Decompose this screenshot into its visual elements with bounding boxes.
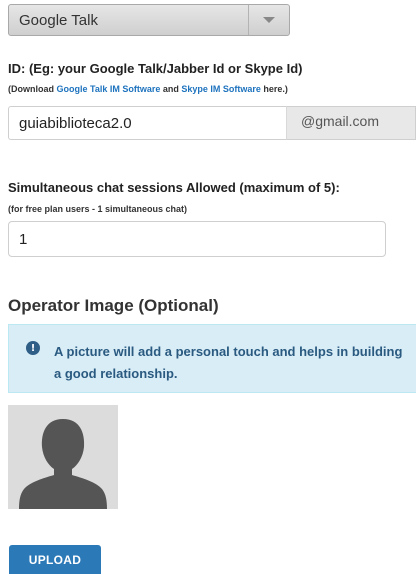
id-input-group: @gmail.com bbox=[8, 106, 416, 140]
id-domain-suffix: @gmail.com bbox=[286, 106, 416, 140]
id-label: ID: (Eg: your Google Talk/Jabber Id or S… bbox=[8, 61, 303, 76]
dropdown-toggle[interactable] bbox=[248, 5, 289, 35]
operator-image-heading: Operator Image (Optional) bbox=[8, 296, 219, 315]
info-icon: ! bbox=[26, 341, 40, 355]
note-text: and bbox=[160, 84, 182, 94]
chevron-down-icon bbox=[263, 17, 275, 23]
google-talk-link[interactable]: Google Talk IM Software bbox=[57, 84, 161, 94]
im-provider-select[interactable]: Google Talk bbox=[8, 4, 290, 36]
sessions-input[interactable] bbox=[8, 221, 386, 257]
id-input[interactable] bbox=[8, 106, 286, 140]
sessions-label: Simultaneous chat sessions Allowed (maxi… bbox=[8, 180, 340, 195]
upload-button[interactable]: UPLOAD bbox=[9, 545, 101, 574]
note-text: (Download bbox=[8, 84, 57, 94]
skype-link[interactable]: Skype IM Software bbox=[181, 84, 261, 94]
info-text: A picture will add a personal touch and … bbox=[54, 344, 403, 381]
id-download-note: (Download Google Talk IM Software and Sk… bbox=[8, 84, 288, 94]
im-provider-value: Google Talk bbox=[19, 11, 98, 29]
avatar-placeholder bbox=[8, 405, 118, 509]
sessions-note: (for free plan users - 1 simultaneous ch… bbox=[8, 204, 188, 214]
user-silhouette-icon bbox=[8, 405, 118, 509]
note-text: here.) bbox=[260, 84, 288, 94]
